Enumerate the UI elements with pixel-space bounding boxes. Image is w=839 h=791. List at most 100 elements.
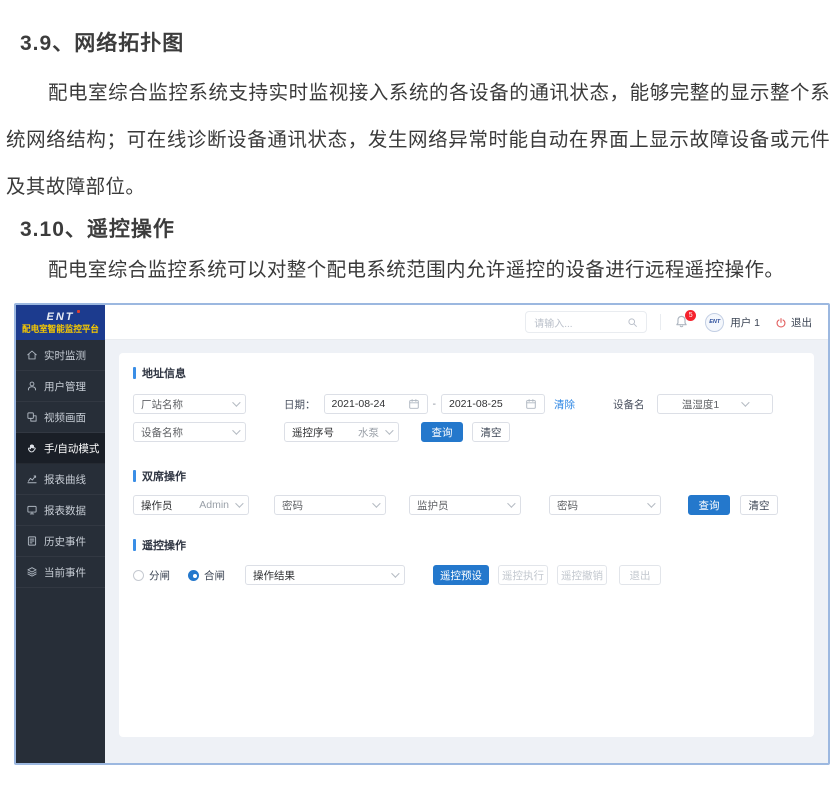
logout-label[interactable]: 退出 <box>791 315 812 330</box>
sidebar-item-label: 手/自动模式 <box>44 441 99 456</box>
date-to-input[interactable]: 2021-08-25 <box>441 394 545 414</box>
notifications-button[interactable]: 5 <box>674 314 690 330</box>
chevron-down-icon <box>391 569 399 577</box>
sidebar-item-label: 视频画面 <box>44 410 86 425</box>
sidebar-item-report-curve[interactable]: 报表曲线 <box>16 464 105 495</box>
password1-value: 密码 <box>282 498 372 513</box>
username-label: 用户 1 <box>730 315 760 330</box>
device-name-select[interactable]: 设备名称 <box>133 422 246 442</box>
device-select[interactable]: 温湿度1 <box>657 394 773 414</box>
remote-preset-button[interactable]: 遥控预设 <box>433 565 489 585</box>
radio-circle-checked-icon <box>188 570 199 581</box>
section-heading-3-9: 3.9、网络拓扑图 <box>20 27 184 57</box>
dual-section-title: 双席操作 <box>133 468 800 484</box>
calendar-icon[interactable] <box>525 398 537 410</box>
section-title-text: 双席操作 <box>142 468 186 484</box>
dual-row: 操作员 Admin 密码 监护员 密码 <box>133 495 800 515</box>
radio-close-label: 合闸 <box>204 568 225 583</box>
chevron-down-icon <box>385 426 393 434</box>
date-from-value: 2021-08-24 <box>332 398 408 410</box>
dual-query-button[interactable]: 查询 <box>688 495 730 515</box>
power-icon <box>775 317 787 329</box>
sidebar-item-label: 报表数据 <box>44 503 86 518</box>
date-from-input[interactable]: 2021-08-24 <box>324 394 428 414</box>
remote-execute-button[interactable]: 遥控执行 <box>498 565 548 585</box>
search-icon <box>627 317 638 328</box>
document-page: 3.9、网络拓扑图 配电室综合监控系统支持实时监视接入系统的各设备的通讯状态，能… <box>0 0 839 791</box>
search-placeholder: 请输入... <box>534 315 572 330</box>
sidebar-item-video[interactable]: 视频画面 <box>16 402 105 433</box>
guardian-value: 监护员 <box>417 498 507 513</box>
operator-label: 操作员 <box>141 498 199 513</box>
section-bar <box>133 367 136 379</box>
clear-dates-link[interactable]: 清除 <box>554 397 575 412</box>
section-heading-3-10: 3.10、遥控操作 <box>20 213 175 243</box>
dual-empty-button[interactable]: 清空 <box>740 495 778 515</box>
remote-exit-button[interactable]: 退出 <box>619 565 661 585</box>
password2-select[interactable]: 密码 <box>549 495 661 515</box>
sidebar-spacer <box>16 588 105 763</box>
chevron-down-icon <box>741 398 749 406</box>
chevron-down-icon <box>232 426 240 434</box>
video-icon <box>26 411 38 423</box>
section-paragraph-3-10: 配电室综合监控系统可以对整个配电系统范围内允许遥控的设备进行远程遥控操作。 <box>6 247 830 294</box>
app-title: 配电室智能监控平台 <box>22 323 99 335</box>
operation-result-select[interactable]: 操作结果 <box>245 565 405 585</box>
address-section-title: 地址信息 <box>133 365 800 381</box>
section-title-text: 遥控操作 <box>142 537 186 553</box>
hand-icon <box>26 442 38 454</box>
sidebar-item-label: 用户管理 <box>44 379 86 394</box>
remote-revoke-button[interactable]: 遥控撤销 <box>557 565 607 585</box>
station-name-value: 厂站名称 <box>141 397 232 412</box>
radio-close-switch[interactable]: 合闸 <box>188 568 225 583</box>
layers-icon <box>26 566 38 578</box>
address-empty-button[interactable]: 清空 <box>472 422 510 442</box>
header-divider <box>660 314 661 330</box>
radio-open-switch[interactable]: 分闸 <box>133 568 170 583</box>
sidebar: ENT 配电室智能监控平台 实时监测 用户管理 视频画面 手/自动模式 <box>16 305 105 763</box>
remote-serial-select[interactable]: 遥控序号 水泵 <box>284 422 399 442</box>
date-label: 日期： <box>284 397 316 412</box>
section-paragraph-3-9: 配电室综合监控系统支持实时监视接入系统的各设备的通讯状态，能够完整的显示整个系统… <box>6 70 830 211</box>
sidebar-item-realtime[interactable]: 实时监测 <box>16 340 105 371</box>
brand-logo: ENT <box>47 311 75 323</box>
chevron-down-icon <box>647 499 655 507</box>
address-row-2: 设备名称 遥控序号 水泵 查询 清空 <box>133 422 800 442</box>
app-logo: ENT 配电室智能监控平台 <box>16 305 105 340</box>
device-name-select-value: 设备名称 <box>141 425 232 440</box>
sidebar-item-label: 报表曲线 <box>44 472 86 487</box>
notification-badge: 5 <box>685 310 696 321</box>
main-area: 请输入... 5 ENT 用户 1 退出 <box>105 305 828 763</box>
password2-value: 密码 <box>557 498 647 513</box>
station-name-select[interactable]: 厂站名称 <box>133 394 246 414</box>
form-card: 地址信息 厂站名称 日期： 2021-08-24 - <box>119 353 814 737</box>
sidebar-item-history-events[interactable]: 历史事件 <box>16 526 105 557</box>
sidebar-item-manual-auto-mode[interactable]: 手/自动模式 <box>16 433 105 464</box>
chart-icon <box>26 473 38 485</box>
chevron-down-icon <box>372 499 380 507</box>
date-to-value: 2021-08-25 <box>449 398 525 410</box>
content-area: 地址信息 厂站名称 日期： 2021-08-24 - <box>105 340 828 763</box>
search-input[interactable]: 请输入... <box>525 311 647 333</box>
operator-select[interactable]: 操作员 Admin <box>133 495 249 515</box>
sidebar-item-report-data[interactable]: 报表数据 <box>16 495 105 526</box>
password1-select[interactable]: 密码 <box>274 495 386 515</box>
history-icon <box>26 535 38 547</box>
logout-button[interactable] <box>775 316 787 328</box>
operation-result-value: 操作结果 <box>253 568 391 583</box>
chevron-down-icon <box>507 499 515 507</box>
device-select-value: 温湿度1 <box>682 397 719 412</box>
avatar[interactable]: ENT <box>705 313 724 332</box>
address-query-button[interactable]: 查询 <box>421 422 463 442</box>
remote-serial-label: 遥控序号 <box>292 425 358 440</box>
sidebar-item-users[interactable]: 用户管理 <box>16 371 105 402</box>
guardian-select[interactable]: 监护员 <box>409 495 521 515</box>
sidebar-item-current-events[interactable]: 当前事件 <box>16 557 105 588</box>
remote-row: 分闸 合闸 操作结果 遥控预设 遥控执行 遥控撤销 退出 <box>133 565 800 585</box>
device-name-label: 设备名 <box>613 397 645 412</box>
sidebar-item-label: 当前事件 <box>44 565 86 580</box>
app-screenshot: ENT 配电室智能监控平台 实时监测 用户管理 视频画面 手/自动模式 <box>14 303 830 765</box>
sidebar-item-label: 实时监测 <box>44 348 86 363</box>
calendar-icon[interactable] <box>408 398 420 410</box>
address-row-1: 厂站名称 日期： 2021-08-24 - 2021-08-25 <box>133 394 800 414</box>
